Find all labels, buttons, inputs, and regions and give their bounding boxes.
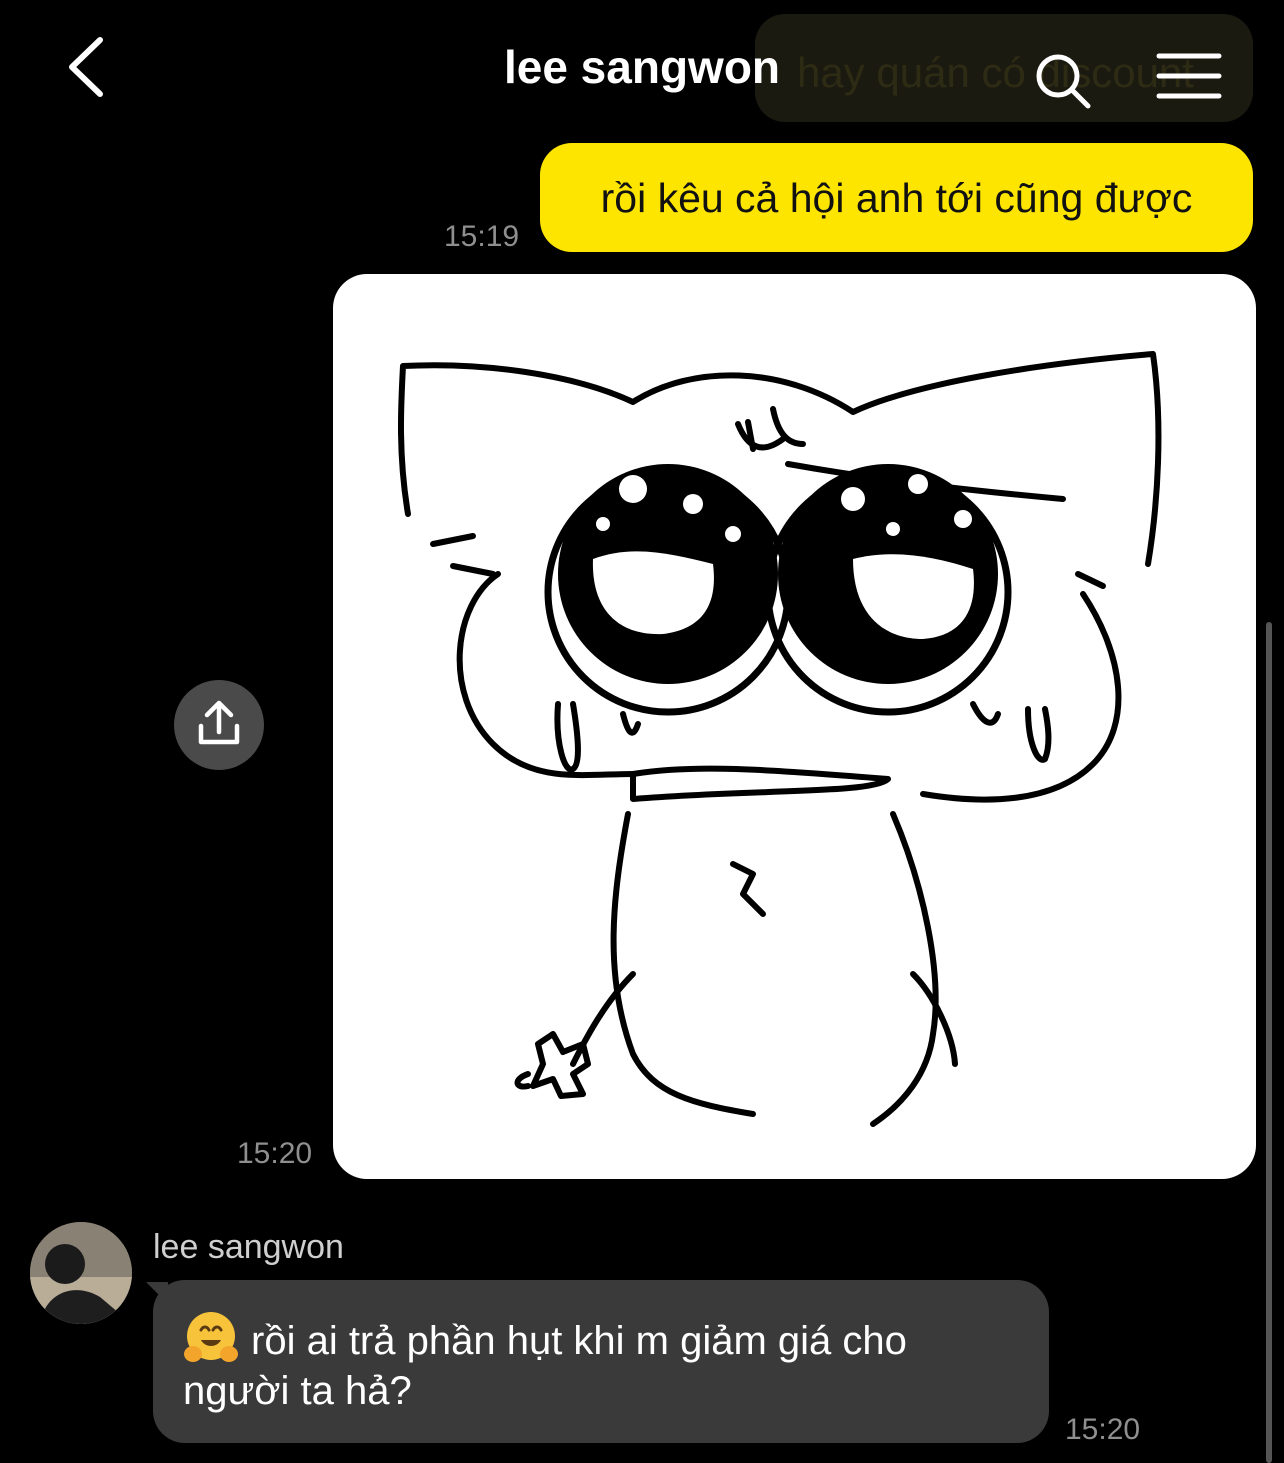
- outgoing-message-time: 15:19: [444, 220, 520, 253]
- share-button[interactable]: [174, 680, 264, 770]
- image-message-time: 15:20: [237, 1137, 313, 1170]
- scrollbar[interactable]: [1266, 622, 1272, 1463]
- incoming-message-text: rồi ai trả phần hụt khi m giảm giá cho n…: [183, 1319, 907, 1413]
- outgoing-message-text: rồi kêu cả hội anh tới cũng được: [600, 175, 1193, 221]
- menu-button[interactable]: [1156, 50, 1222, 104]
- crying-cat-sticker: [397, 351, 1162, 1127]
- hamburger-menu-icon: [1156, 53, 1222, 99]
- share-upload-icon: [198, 700, 240, 745]
- incoming-message-bubble[interactable]: rồi ai trả phần hụt khi m giảm giá cho n…: [153, 1280, 1049, 1443]
- avatar[interactable]: [30, 1222, 132, 1324]
- outgoing-message-bubble[interactable]: rồi kêu cả hội anh tới cũng được: [540, 143, 1253, 252]
- sticker-image-message[interactable]: [333, 274, 1256, 1179]
- sender-name: lee sangwon: [153, 1228, 344, 1266]
- search-icon: [1036, 54, 1091, 109]
- hugging-face-emoji: [184, 1312, 238, 1362]
- avatar-photo: [30, 1222, 132, 1324]
- search-button[interactable]: [1030, 48, 1096, 114]
- incoming-message-time: 15:20: [1065, 1413, 1141, 1446]
